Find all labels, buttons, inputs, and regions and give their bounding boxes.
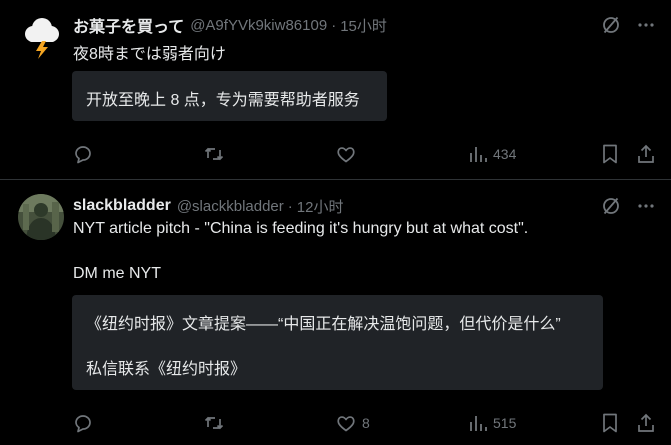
display-name[interactable]: slackbladder <box>73 197 171 215</box>
repost-button[interactable] <box>203 411 230 435</box>
separator: · <box>331 16 337 34</box>
reply-icon <box>75 415 91 433</box>
timestamp[interactable]: 15小时 <box>340 15 387 36</box>
like-count: 8 <box>362 415 370 431</box>
views-chart-icon <box>470 416 487 431</box>
like-button[interactable] <box>335 142 362 166</box>
translation-box: 开放至晚上 8 点，专为需要帮助者服务 <box>72 71 387 121</box>
handle[interactable]: @A9fYVk9kiw86109 <box>190 17 327 34</box>
translation-text: 私信联系《纽约时报》 <box>86 361 247 378</box>
post-top-icons <box>601 196 655 216</box>
post-text: 夜8時までは弱者向け <box>73 46 226 63</box>
more-options-icon[interactable] <box>637 15 655 35</box>
bookmark-icon <box>603 413 617 433</box>
repost-button[interactable] <box>203 142 230 166</box>
display-name[interactable]: お菓子を買って <box>73 13 184 37</box>
post-text: DM me NYT <box>73 265 161 282</box>
bookmark-button[interactable] <box>600 142 620 166</box>
share-icon <box>638 413 654 432</box>
repost-icon <box>204 416 224 430</box>
post-header: お菓子を買って @A9fYVk9kiw86109 · 15小时 <box>73 13 387 37</box>
bookmark-icon <box>603 144 617 164</box>
post-header: slackbladder @slackkbladder · 12小时 <box>73 195 343 217</box>
grok-icon[interactable] <box>601 196 621 216</box>
action-bar: 8 515 <box>72 411 657 435</box>
translation-text: 《纽约时报》文章提案——“中国正在解决温饱问题，但代价是什么” <box>86 316 561 333</box>
views-count: 434 <box>493 146 517 162</box>
grok-icon[interactable] <box>601 15 621 35</box>
heart-icon <box>337 147 355 163</box>
share-button[interactable] <box>635 411 657 435</box>
avatar[interactable] <box>18 13 64 59</box>
action-bar: 434 <box>72 142 657 166</box>
post-text: NYT article pitch - "China is feeding it… <box>73 220 529 237</box>
translation-text: 开放至晚上 8 点，专为需要帮助者服务 <box>86 92 360 109</box>
heart-icon <box>337 416 355 432</box>
profile-photo-icon <box>18 194 64 240</box>
avatar[interactable] <box>18 194 64 240</box>
bookmark-button[interactable] <box>600 411 620 435</box>
share-button[interactable] <box>635 142 657 166</box>
handle[interactable]: @slackkbladder <box>177 198 284 215</box>
like-button[interactable]: 8 <box>335 411 370 435</box>
translation-box: 《纽约时报》文章提案——“中国正在解决温饱问题，但代价是什么” 私信联系《纽约时… <box>72 295 603 390</box>
share-icon <box>638 144 654 163</box>
views-button[interactable]: 434 <box>468 142 516 166</box>
more-options-icon[interactable] <box>637 196 655 216</box>
views-chart-icon <box>470 147 487 162</box>
reply-button[interactable] <box>72 411 99 435</box>
repost-icon <box>204 147 224 161</box>
views-button[interactable]: 515 <box>468 411 516 435</box>
post[interactable]: お菓子を買って @A9fYVk9kiw86109 · 15小时 夜8時までは弱者… <box>0 0 671 179</box>
separator: · <box>287 197 293 215</box>
views-count: 515 <box>493 415 517 431</box>
timestamp[interactable]: 12小时 <box>297 196 344 217</box>
reply-button[interactable] <box>72 142 99 166</box>
storm-cloud-lightning-icon <box>18 13 64 59</box>
reply-icon <box>75 146 91 164</box>
post[interactable]: slackbladder @slackkbladder · 12小时 NYT a… <box>0 180 671 445</box>
post-top-icons <box>601 15 655 35</box>
